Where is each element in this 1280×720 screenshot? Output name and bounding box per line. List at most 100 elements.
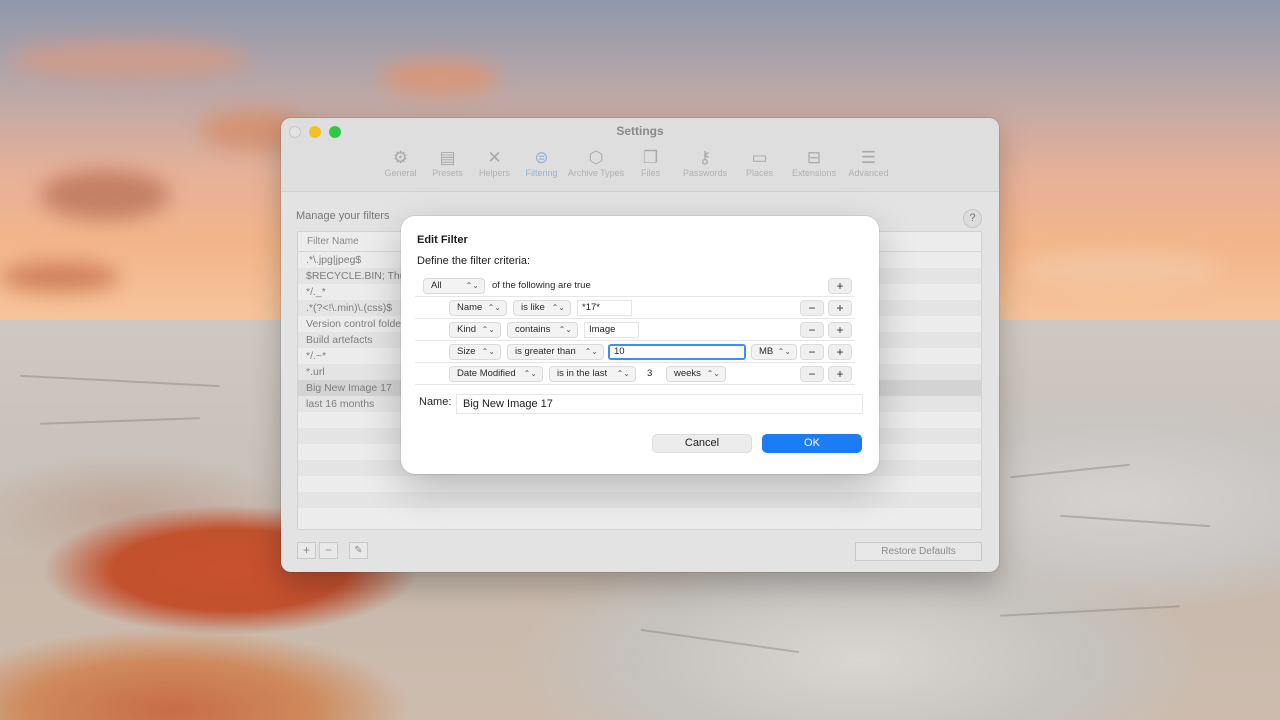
chevron-updown-icon: ⌃⌄ [523,369,537,378]
criterion-value-field-focused[interactable]: 10 [608,344,746,360]
remove-filter-button[interactable]: − [319,542,338,559]
dialog-subtitle: Define the filter criteria: [417,255,531,267]
add-criterion-button[interactable]: + [828,300,852,316]
cloud [380,60,500,95]
remove-criterion-button[interactable]: − [800,344,824,360]
unit-popup[interactable]: MB ⌃⌄ [751,344,797,360]
settings-toolbar: ⚙ General ▤ Presets ✕ Helpers ⊜ Filterin… [377,148,892,178]
empty-row [298,508,981,524]
tab-label: Places [745,168,773,178]
unit-popup[interactable]: weeks ⌃⌄ [666,366,726,382]
cloud [10,40,250,80]
tab-general[interactable]: ⚙ General [377,148,424,178]
quantifier-value: All [431,280,442,291]
box-icon: ⬡ [588,148,604,167]
titlebar: Settings ⚙ General ▤ Presets ✕ Helpers ⊜… [281,118,999,192]
criterion-row: Size ⌃⌄ is greater than ⌃⌄ 10 MB ⌃⌄ − + [415,341,855,363]
filter-icon: ⊜ [534,148,549,167]
key-icon: ⚷ [698,148,712,167]
add-criterion-button[interactable]: + [828,322,852,338]
tab-label: Extensions [791,168,837,178]
criterion-row: Date Modified ⌃⌄ is in the last ⌃⌄ 3 weeks… [415,363,855,385]
criteria-editor: All ⌃⌄ of the following are true + Name ⌃⌄… [415,275,855,385]
operator-popup[interactable]: contains ⌃⌄ [507,322,578,338]
field-popup[interactable]: Kind ⌃⌄ [449,322,501,338]
empty-row [298,492,981,508]
chevron-updown-icon: ⌃⌄ [777,347,791,356]
cancel-button[interactable]: Cancel [652,434,752,453]
operator-popup[interactable]: is greater than ⌃⌄ [507,344,604,360]
add-filter-button[interactable]: + [297,542,316,559]
tab-label: Archive Types [567,168,625,178]
field-popup[interactable]: Name ⌃⌄ [449,300,507,316]
tab-extensions[interactable]: ⊟ Extensions [783,148,845,178]
match-suffix: of the following are true [492,280,591,291]
field-popup[interactable]: Date Modified ⌃⌄ [449,366,543,382]
edit-filter-button[interactable]: ✎ [349,542,368,559]
criterion-value-field[interactable]: Image [584,322,639,338]
field-value: Date Modified [457,368,516,379]
tab-label: Passwords [682,168,727,178]
criterion-value-field[interactable]: 3 [642,366,664,382]
tab-label: Files [640,168,660,178]
cloud [40,170,170,220]
tab-files[interactable]: ❐ Files [627,148,674,178]
tab-places[interactable]: ▭ Places [736,148,783,178]
add-criterion-button[interactable]: + [828,366,852,382]
tools-icon: ✕ [487,148,502,167]
cloud [1020,250,1220,290]
tab-label: Advanced [848,168,889,178]
chevron-updown-icon: ⌃⌄ [551,303,565,312]
chevron-updown-icon: ⌃⌄ [616,369,630,378]
chevron-updown-icon: ⌃⌄ [487,303,501,312]
gear-icon: ⚙ [392,148,409,167]
edit-icon: ✎ [354,545,363,556]
operator-popup[interactable]: is like ⌃⌄ [513,300,571,316]
chevron-updown-icon: ⌃⌄ [706,369,720,378]
unit-value: weeks [674,368,701,379]
chevron-updown-icon: ⌃⌄ [584,347,598,356]
add-criterion-button[interactable]: + [828,278,852,294]
operator-value: contains [515,324,551,335]
tab-label: General [384,168,417,178]
chevron-updown-icon: ⌃⌄ [558,325,572,334]
field-popup[interactable]: Size ⌃⌄ [449,344,501,360]
edit-filter-dialog: Edit Filter Define the filter criteria: … [401,216,879,474]
tab-presets[interactable]: ▤ Presets [424,148,471,178]
field-value: Size [457,346,476,357]
tab-archive-types[interactable]: ⬡ Archive Types [565,148,627,178]
tab-label: Filtering [525,168,558,178]
criterion-row: Kind ⌃⌄ contains ⌃⌄ Image − + [415,319,855,341]
name-label: Name: [419,396,452,408]
add-criterion-button[interactable]: + [828,344,852,360]
chevron-updown-icon: ⌃⌄ [465,281,479,290]
criterion-value-field[interactable]: *17* [577,300,632,316]
tab-label: Presets [432,168,463,178]
unit-value: MB [759,346,774,357]
folder-icon: ▭ [751,148,768,167]
chevron-updown-icon: ⌃⌄ [481,325,495,334]
filter-name-field[interactable]: Big New Image 17 [456,394,863,414]
puzzle-icon: ⊟ [806,148,822,167]
tab-label: Helpers [478,168,510,178]
field-value: Name [457,302,483,313]
tab-filtering[interactable]: ⊜ Filtering [518,148,565,178]
remove-criterion-button[interactable]: − [800,300,824,316]
files-icon: ❐ [642,148,659,167]
list-icon: ▤ [439,148,456,167]
remove-criterion-button[interactable]: − [800,322,824,338]
table-actions: + − ✎ [297,542,368,559]
remove-criterion-button[interactable]: − [800,366,824,382]
operator-popup[interactable]: is in the last ⌃⌄ [549,366,636,382]
quantifier-popup[interactable]: All ⌃⌄ [423,278,485,294]
ok-button[interactable]: OK [762,434,862,453]
help-button[interactable]: ? [963,209,982,228]
tab-passwords[interactable]: ⚷ Passwords [674,148,736,178]
field-value: Kind [457,324,477,335]
tab-helpers[interactable]: ✕ Helpers [471,148,518,178]
tab-advanced[interactable]: ☰ Advanced [845,148,892,178]
restore-defaults-button[interactable]: Restore Defaults [855,542,982,561]
operator-value: is in the last [557,368,608,379]
operator-value: is like [521,302,545,313]
empty-row [298,476,981,492]
